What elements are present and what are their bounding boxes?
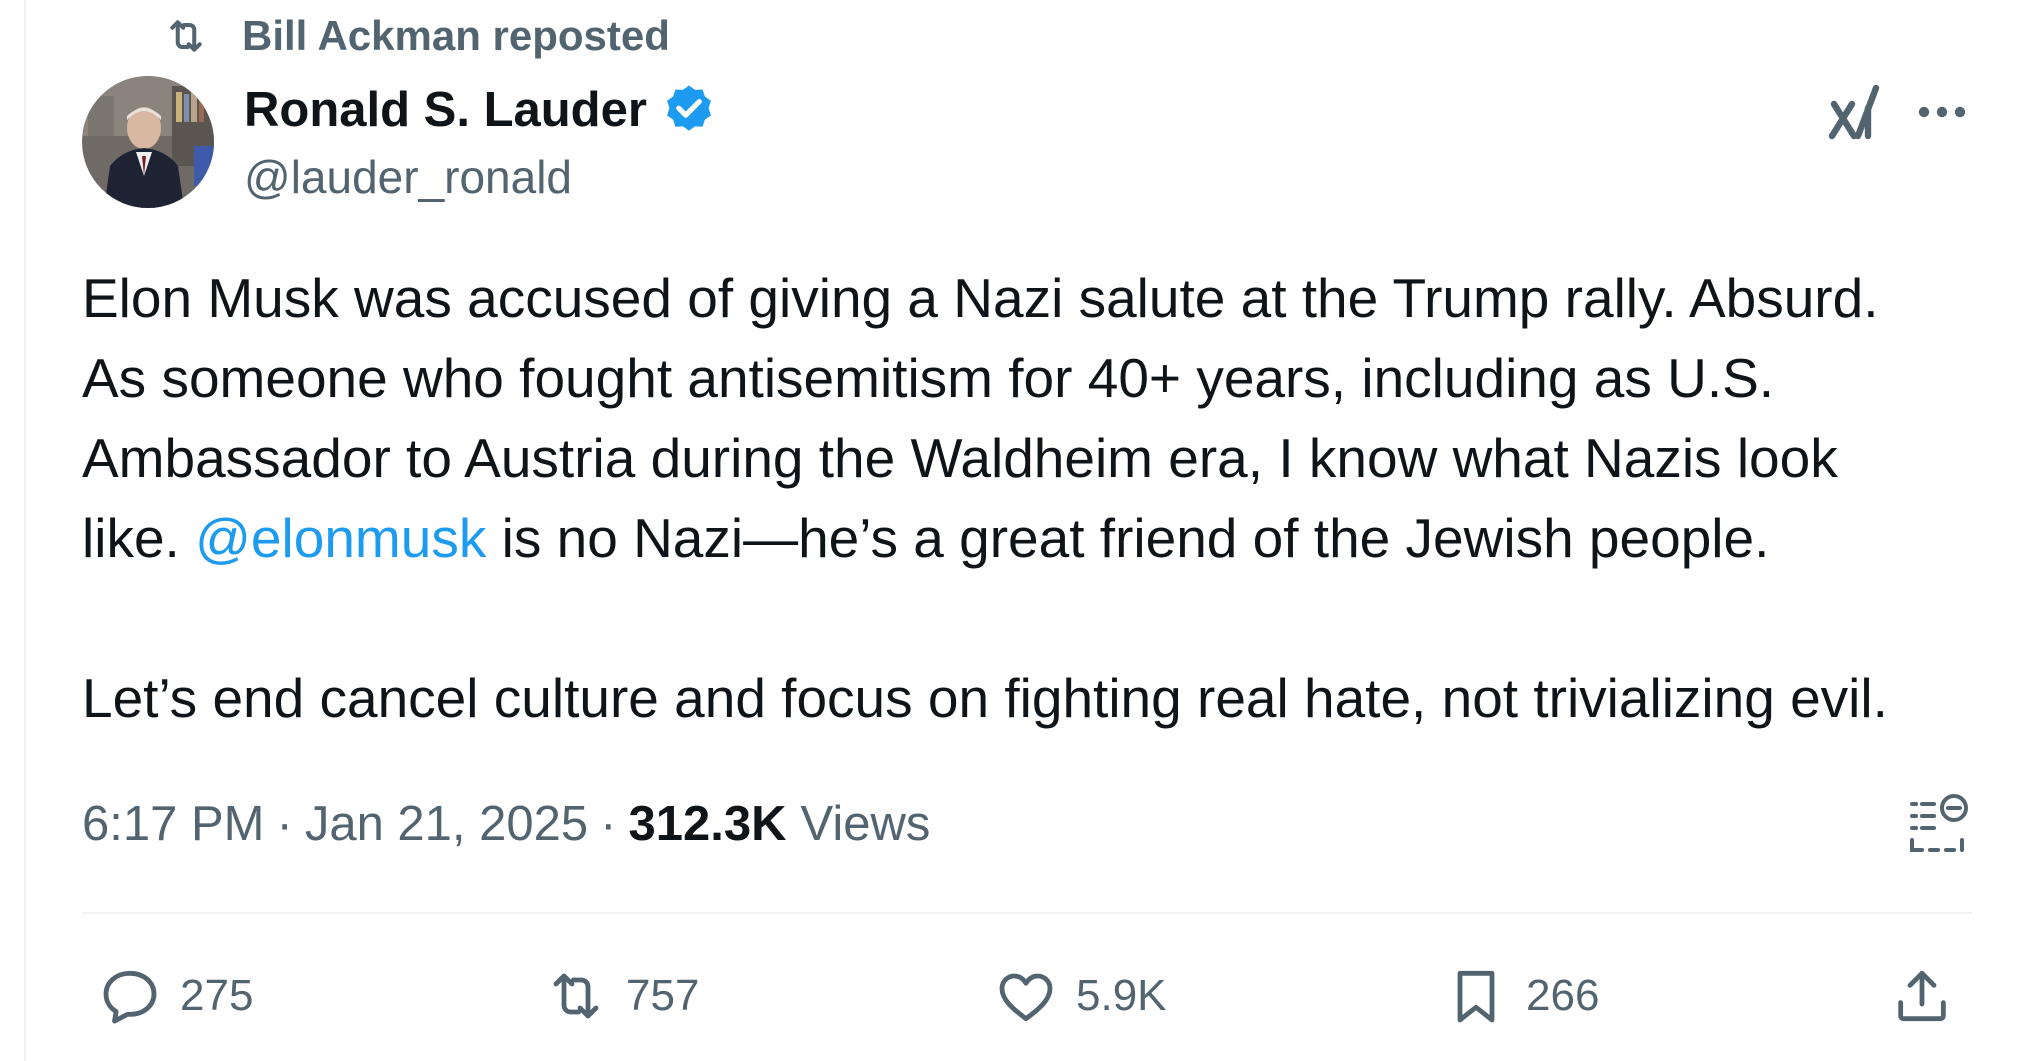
grok-summary-icon[interactable] [1906,792,1970,856]
bookmark-icon [1457,970,1495,1023]
repost-context[interactable]: Bill Ackman reposted [158,10,670,62]
tweet-text: Elon Musk was accused of giving a Nazi s… [82,258,2002,738]
retweet-icon [553,973,599,1019]
tweet-line: Ambassador to Austria during the Waldhei… [82,427,1838,489]
divider [82,912,1972,914]
mention-link[interactable]: @elonmusk [195,507,486,569]
retweet-button[interactable]: 757 [544,964,699,1028]
avatar[interactable] [82,76,214,208]
views-label: Views [800,797,931,851]
tweet-line: Elon Musk was accused of giving a Nazi s… [82,267,1879,329]
share-icon [1898,970,1946,1022]
verified-badge-icon [667,85,711,131]
bookmark-count: 266 [1526,971,1600,1020]
tweet-text-segment: like. [82,507,196,569]
tweet-line: like. @elonmusk is no Nazi—he’s a great … [82,498,2002,578]
avatar-photo [82,76,214,208]
tweet-line: Let’s end cancel culture and focus on fi… [82,667,1888,729]
meta-separator: · [276,797,293,851]
views-count: 312.3K [628,797,787,851]
reply-button[interactable]: 275 [98,964,253,1028]
tweet-meta: 6:17 PM · Jan 21, 2025 · 312.3K Views [82,792,930,856]
author-name-row[interactable]: Ronald S. Lauder [244,80,717,140]
more-icon[interactable] [1916,100,1968,124]
like-count: 5.9K [1076,971,1167,1020]
heart-icon [999,973,1053,1022]
meta-separator: · [600,797,617,851]
grok-icon[interactable] [1828,84,1880,140]
timeline-border [24,0,26,1061]
repost-icon [170,20,202,52]
reply-icon [103,970,157,1024]
tweet-time[interactable]: 6:17 PM [82,796,264,852]
bookmark-button[interactable]: 266 [1444,964,1599,1028]
author-handle[interactable]: @lauder_ronald [244,150,572,204]
share-button[interactable] [1890,964,1954,1028]
tweet-date[interactable]: Jan 21, 2025 [305,796,588,852]
author-display-name[interactable]: Ronald S. Lauder [244,82,647,138]
retweet-count: 757 [626,971,700,1020]
repost-label: Bill Ackman reposted [242,12,670,59]
reply-count: 275 [180,971,254,1020]
like-button[interactable]: 5.9K [994,964,1167,1028]
tweet-line: As someone who fought antisemitism for 4… [82,347,1775,409]
tweet-text-segment: is no Nazi—he’s a great friend of the Je… [486,507,1770,569]
